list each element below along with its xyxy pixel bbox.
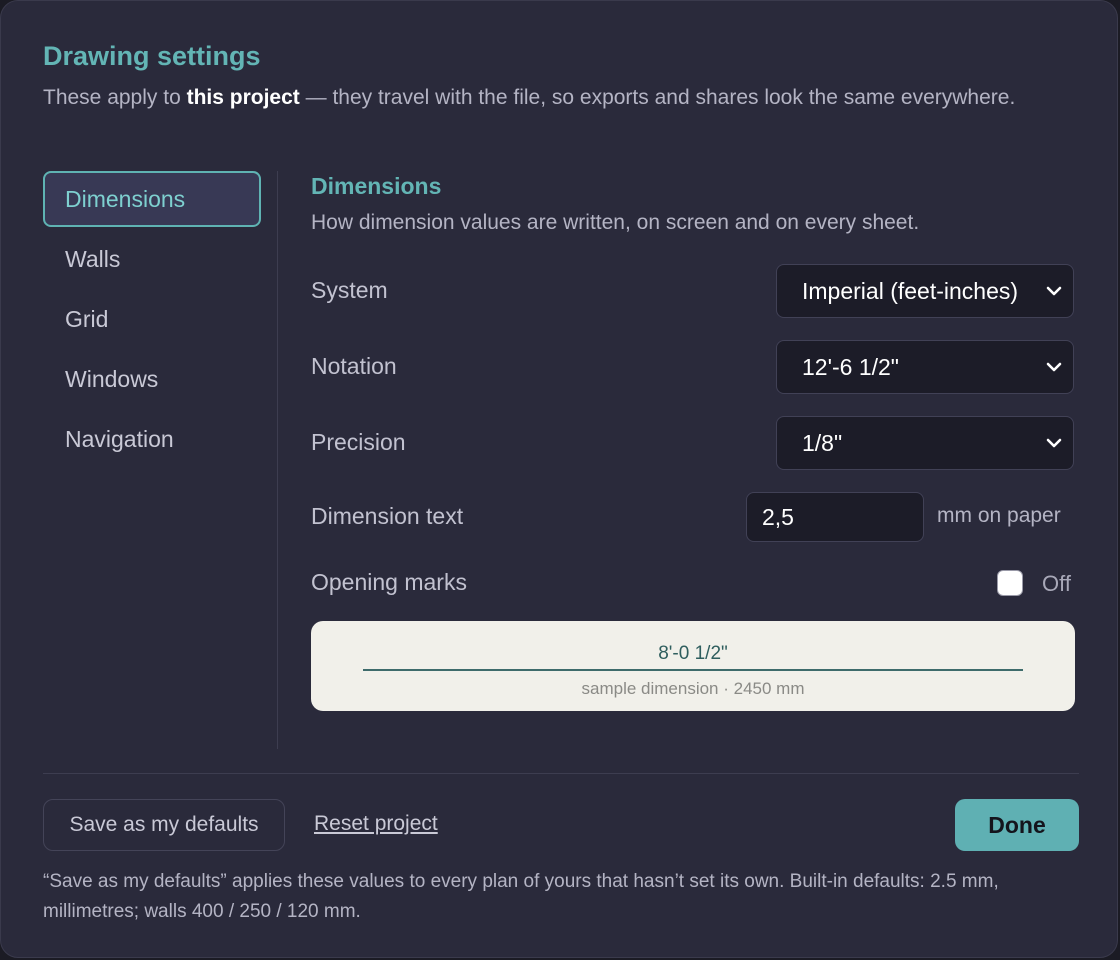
dimension-preview: 8'-0 1/2" sample dimension · 2450 mm — [311, 621, 1075, 711]
preview-caption: sample dimension · 2450 mm — [581, 679, 805, 698]
opening-marks-state: Off — [1042, 571, 1071, 596]
dimension-text-input[interactable] — [746, 492, 924, 542]
dimension-text-label: Dimension text — [311, 503, 464, 529]
subtitle-text-pre: These apply to — [43, 86, 187, 109]
done-button[interactable]: Done — [955, 799, 1079, 851]
notation-label: Notation — [311, 353, 397, 379]
system-select[interactable]: Imperial (feet-inches) — [776, 264, 1074, 318]
chevron-down-icon — [1046, 438, 1062, 448]
chevron-down-icon — [1046, 362, 1062, 372]
sidebar-item-dimensions[interactable]: Dimensions — [43, 171, 261, 227]
section-title: Dimensions — [311, 173, 442, 199]
subtitle-emphasis: this project — [186, 86, 300, 109]
opening-marks-checkbox[interactable] — [997, 570, 1023, 596]
dialog-title: Drawing settings — [43, 41, 261, 71]
settings-sidebar: Dimensions Walls Grid Windows Navigation — [43, 171, 261, 471]
opening-marks-label: Opening marks — [311, 569, 467, 595]
section-description: How dimension values are written, on scr… — [311, 211, 920, 234]
notation-select-value: 12'-6 1/2" — [802, 354, 899, 380]
sidebar-item-grid[interactable]: Grid — [43, 291, 261, 347]
notation-select[interactable]: 12'-6 1/2" — [776, 340, 1074, 394]
defaults-footnote: “Save as my defaults” applies these valu… — [43, 871, 999, 922]
sidebar-item-windows[interactable]: Windows — [43, 351, 261, 407]
footer-divider — [43, 773, 1079, 774]
drawing-settings-dialog: Drawing settings These apply to this pro… — [0, 0, 1118, 958]
sidebar-item-walls[interactable]: Walls — [43, 231, 261, 287]
precision-label: Precision — [311, 429, 406, 455]
sidebar-divider — [277, 171, 278, 749]
dialog-subtitle: These apply to this project — they trave… — [43, 81, 1043, 115]
system-label: System — [311, 277, 388, 303]
save-as-defaults-button[interactable]: Save as my defaults — [43, 799, 285, 851]
precision-select-value: 1/8" — [802, 430, 843, 456]
subtitle-text-post: — they travel with the file, so exports … — [299, 86, 1016, 109]
preview-dimension-value: 8'-0 1/2" — [658, 643, 728, 664]
sidebar-item-navigation[interactable]: Navigation — [43, 411, 261, 467]
system-select-value: Imperial (feet-inches) — [802, 278, 1019, 304]
precision-select[interactable]: 1/8" — [776, 416, 1074, 470]
preview-dimension-line — [363, 669, 1023, 671]
reset-project-link[interactable]: Reset project — [314, 812, 438, 836]
chevron-down-icon — [1046, 286, 1062, 296]
dimension-text-unit: mm on paper — [937, 504, 1061, 527]
